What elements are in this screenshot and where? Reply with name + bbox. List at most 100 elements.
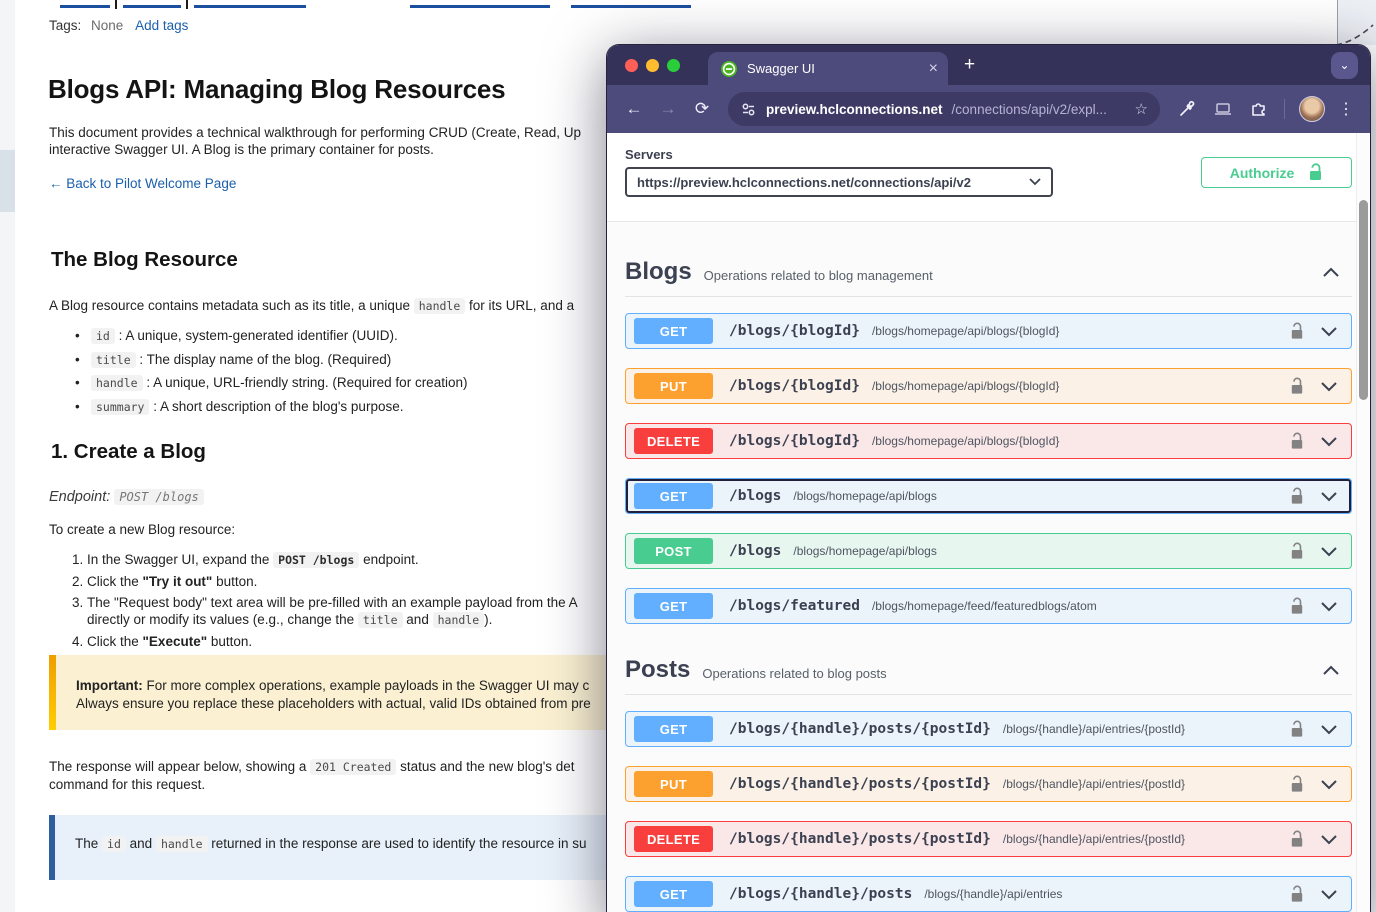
unlock-icon[interactable]: [1290, 720, 1304, 738]
endpoint-label: Endpoint:: [49, 489, 110, 505]
text: The: [75, 836, 98, 851]
unlock-icon[interactable]: [1290, 885, 1304, 903]
chevron-down-icon[interactable]: [1320, 381, 1338, 392]
new-tab-button[interactable]: +: [964, 54, 975, 76]
op-subpath: /blogs/homepage/api/blogs/{blogId}: [872, 434, 1059, 448]
op-path: /blogs/{blogId}: [729, 433, 860, 449]
operation-row[interactable]: DELETE /blogs/{handle}/posts/{postId} /b…: [625, 821, 1352, 857]
divider: [625, 296, 1352, 297]
close-window-button[interactable]: [625, 59, 638, 72]
swagger-page: Servers https://preview.hclconnections.n…: [607, 133, 1370, 912]
chevron-down-icon[interactable]: [1320, 436, 1338, 447]
extensions-icon[interactable]: [1244, 100, 1274, 118]
op-subpath: /blogs/homepage/api/blogs/{blogId}: [872, 324, 1059, 338]
back-to-welcome-link[interactable]: ← Back to Pilot Welcome Page: [49, 176, 236, 191]
unlock-icon[interactable]: [1290, 487, 1304, 505]
operation-row[interactable]: PUT /blogs/{blogId} /blogs/homepage/api/…: [625, 368, 1352, 404]
text: status and the new blog's det: [400, 759, 574, 774]
op-controls: [1290, 720, 1351, 738]
browser-tab-swagger[interactable]: Swagger UI ×: [708, 52, 948, 85]
chevron-up-icon[interactable]: [1322, 665, 1340, 676]
clipped-link[interactable]: [571, 5, 691, 8]
section-heading-create: 1. Create a Blog: [51, 440, 206, 464]
chevron-down-icon[interactable]: [1320, 779, 1338, 790]
forward-button[interactable]: →: [654, 99, 682, 119]
tab-close-icon[interactable]: ×: [929, 61, 938, 77]
op-path: /blogs/{handle}/posts/{postId}: [729, 831, 991, 847]
unlock-icon[interactable]: [1290, 542, 1304, 560]
text: A Blog resource contains metadata such a…: [49, 298, 410, 313]
unlock-icon[interactable]: [1290, 432, 1304, 450]
list-item: handle : A unique, URL-friendly string. …: [75, 375, 467, 390]
text: button.: [211, 634, 252, 649]
method-badge: GET: [634, 483, 713, 509]
address-bar[interactable]: preview.hclconnections.net/connections/a…: [728, 92, 1160, 126]
site-settings-icon[interactable]: [740, 101, 757, 118]
browser-window: Swagger UI × + ⌄ ← → ⟳ preview.hclconnec…: [607, 45, 1370, 912]
laptop-icon[interactable]: [1208, 101, 1238, 117]
unlock-icon[interactable]: [1290, 597, 1304, 615]
chevron-down-icon[interactable]: [1320, 491, 1338, 502]
operation-row[interactable]: GET /blogs/{handle}/posts /blogs/{handle…: [625, 876, 1352, 912]
back-button[interactable]: ←: [620, 99, 648, 119]
clipped-link[interactable]: [194, 5, 306, 8]
section-header-posts[interactable]: Posts Operations related to blog posts: [625, 656, 1352, 684]
operation-row[interactable]: POST /blogs /blogs/homepage/api/blogs: [625, 533, 1352, 569]
profile-avatar[interactable]: [1299, 96, 1325, 122]
operation-row[interactable]: PUT /blogs/{handle}/posts/{postId} /blog…: [625, 766, 1352, 802]
op-controls: [1290, 542, 1351, 560]
operation-row[interactable]: GET /blogs/{handle}/posts/{postId} /blog…: [625, 711, 1352, 747]
chevron-down-icon[interactable]: [1320, 834, 1338, 845]
chevron-down-icon[interactable]: [1320, 326, 1338, 337]
swagger-favicon: [720, 60, 738, 78]
chevron-up-icon[interactable]: [1322, 267, 1340, 278]
server-select[interactable]: https://preview.hclconnections.net/conne…: [625, 167, 1053, 197]
method-badge: DELETE: [634, 826, 713, 852]
tab-bar: Swagger UI × + ⌄: [607, 45, 1370, 85]
bookmark-star-icon[interactable]: ☆: [1135, 100, 1148, 118]
text: For more complex operations, example pay…: [76, 678, 591, 711]
unlock-icon: [1308, 163, 1323, 182]
operation-row[interactable]: GET /blogs/featured /blogs/homepage/feed…: [625, 588, 1352, 624]
tab-search-button[interactable]: ⌄: [1331, 52, 1358, 79]
browser-menu-icon[interactable]: ⋮: [1335, 99, 1357, 119]
clipped-link[interactable]: [410, 5, 550, 8]
page-title: Blogs API: Managing Blog Resources: [48, 74, 505, 105]
add-tags-link[interactable]: Add tags: [135, 18, 188, 33]
window-controls: [625, 59, 680, 72]
text: Click the: [87, 634, 139, 649]
unlock-icon[interactable]: [1290, 322, 1304, 340]
op-path: /blogs: [729, 543, 781, 559]
unlock-icon[interactable]: [1290, 830, 1304, 848]
eyedropper-icon[interactable]: [1172, 100, 1202, 118]
operation-row[interactable]: GET /blogs/{blogId} /blogs/homepage/api/…: [625, 313, 1352, 349]
scrollbar-thumb[interactable]: [1359, 200, 1368, 400]
endpoint-row: Endpoint: POST /blogs: [49, 489, 204, 505]
section-header-blogs[interactable]: Blogs Operations related to blog managem…: [625, 258, 1352, 286]
text: directly or modify its values (e.g., cha…: [87, 612, 354, 627]
minimize-window-button[interactable]: [646, 59, 659, 72]
clipped-link[interactable]: [123, 5, 181, 8]
list-item: Click the "Execute" button.: [87, 633, 578, 650]
method-badge: GET: [634, 881, 713, 907]
inline-code: id: [91, 328, 115, 344]
chevron-down-icon[interactable]: [1320, 601, 1338, 612]
op-path: /blogs/{handle}/posts/{postId}: [729, 721, 991, 737]
authorize-button[interactable]: Authorize: [1201, 157, 1352, 188]
reload-button[interactable]: ⟳: [688, 99, 716, 119]
page-scrollbar[interactable]: [1356, 133, 1370, 912]
operation-row[interactable]: DELETE /blogs/{blogId} /blogs/homepage/a…: [625, 423, 1352, 459]
unlock-icon[interactable]: [1290, 377, 1304, 395]
maximize-window-button[interactable]: [667, 59, 680, 72]
operation-row[interactable]: GET /blogs /blogs/homepage/api/blogs: [625, 478, 1352, 514]
left-rail-scroll-indicator[interactable]: [0, 150, 15, 212]
clipped-link[interactable]: [60, 5, 110, 8]
op-controls: [1290, 830, 1351, 848]
chevron-down-icon[interactable]: [1320, 546, 1338, 557]
chevron-down-icon[interactable]: [1320, 889, 1338, 900]
chevron-down-icon[interactable]: [1320, 724, 1338, 735]
unlock-icon[interactable]: [1290, 775, 1304, 793]
op-subpath: /blogs/{handle}/api/entries: [924, 887, 1062, 901]
url-host: preview.hclconnections.net: [766, 102, 943, 117]
list-item: id : A unique, system-generated identifi…: [75, 328, 467, 343]
